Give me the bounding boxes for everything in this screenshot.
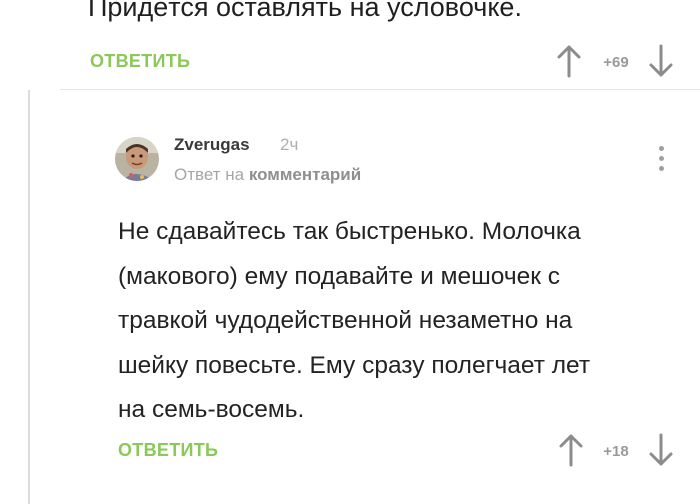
previous-comment-text: Придётся оставлять на условочке.	[88, 0, 522, 22]
comment-body-line: Не сдавайтесь так быстренько. Молочка	[118, 218, 581, 245]
thread-branch-line[interactable]	[28, 90, 30, 504]
comment-body: Не сдавайтесь так быстренько. Молочка (м…	[118, 210, 693, 433]
comment-score: +69	[603, 54, 629, 71]
comment-author[interactable]: Zverugas	[174, 135, 250, 155]
comment-divider	[60, 89, 700, 90]
comment-body-line: (макового) ему подавайте и мешочек с	[118, 262, 560, 290]
downvote-arrow-icon[interactable]	[648, 433, 674, 467]
upvote-arrow-icon[interactable]	[556, 44, 582, 78]
comment-body-line: на семь-восемь.	[118, 396, 305, 423]
avatar[interactable]	[115, 137, 159, 181]
comment-body-line: травкой чудодейственной незаметно на	[118, 307, 573, 334]
comment-body-line: шейку повесьте. Ему сразу полегчает лет	[118, 351, 591, 379]
reply-button[interactable]: ОТВЕТИТЬ	[118, 440, 218, 461]
more-vertical-icon[interactable]	[655, 146, 667, 180]
reply-to-line: Ответ на комментарий	[174, 165, 361, 185]
comment-score: +18	[603, 443, 629, 460]
upvote-arrow-icon[interactable]	[558, 433, 584, 467]
reply-button[interactable]: ОТВЕТИТЬ	[90, 51, 190, 72]
reply-to-prefix: Ответ на	[174, 165, 245, 184]
downvote-arrow-icon[interactable]	[648, 44, 674, 78]
reply-to-link[interactable]: комментарий	[249, 165, 361, 184]
comment-time: 2ч	[280, 135, 299, 154]
